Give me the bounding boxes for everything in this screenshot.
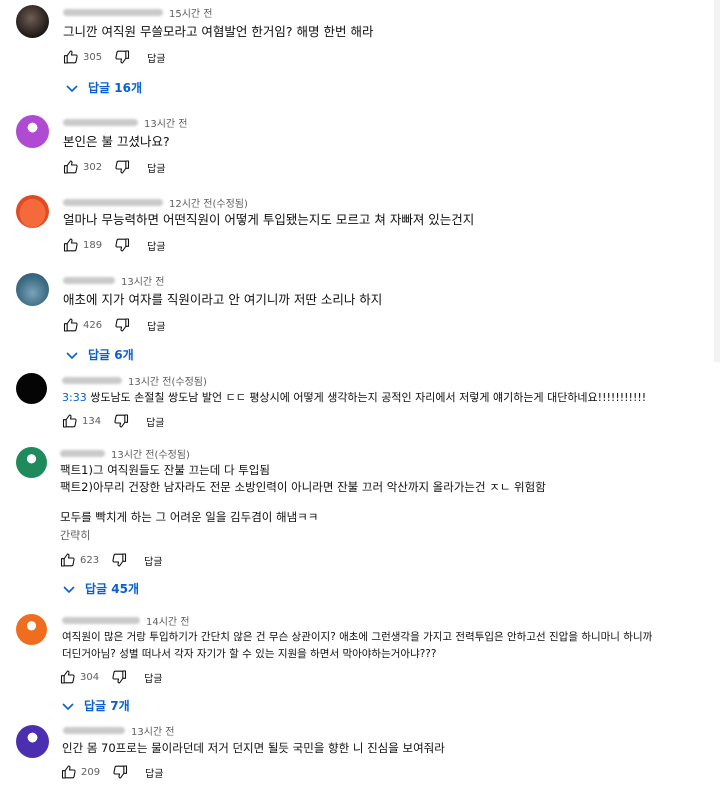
scroll-edge xyxy=(714,0,720,362)
comment-time: 14시간 전 xyxy=(146,616,190,628)
author-name-blurred[interactable] xyxy=(63,198,163,206)
comment-actions: 189 답글 xyxy=(62,237,166,253)
comment-time: 12시간 전(수정됨) xyxy=(169,198,248,210)
comment-time: 13시간 전(수정됨) xyxy=(111,449,190,461)
comment-body: 쌍도남도 손절칠 쌍도남 발언 ㄷㄷ 평상시에 어떻게 생각하는지 공적인 자리… xyxy=(86,391,647,404)
comment-author: 15시간 전 xyxy=(63,6,213,20)
thumbs-up-icon[interactable] xyxy=(59,669,76,685)
author-name-blurred[interactable] xyxy=(63,726,125,734)
avatar[interactable] xyxy=(16,373,47,404)
thumbs-up-icon[interactable] xyxy=(60,764,77,780)
replies-label: 답글 45개 xyxy=(85,582,139,596)
thumbs-down-icon[interactable] xyxy=(112,764,129,780)
reply-button[interactable]: 답글 xyxy=(144,553,162,568)
like-count: 305 xyxy=(83,51,103,63)
author-name-blurred[interactable] xyxy=(63,118,138,126)
like-count: 209 xyxy=(81,766,101,778)
thumbs-up-icon[interactable] xyxy=(62,237,79,253)
author-name-blurred[interactable] xyxy=(63,276,115,284)
reply-button[interactable]: 답글 xyxy=(147,160,165,175)
video-timestamp-link[interactable]: 3:33 xyxy=(62,391,87,404)
view-replies-button[interactable]: 답글 6개 xyxy=(66,346,134,363)
comment-actions: 305 답글 xyxy=(62,49,166,65)
comment-time: 13시간 전(수정됨) xyxy=(128,376,207,388)
comment-actions: 209 답글 xyxy=(60,764,164,780)
comment-author: 13시간 전 xyxy=(63,724,175,738)
thumbs-down-icon[interactable] xyxy=(114,49,131,65)
comment-actions: 426 답글 xyxy=(62,317,166,333)
reply-button[interactable]: 답글 xyxy=(144,670,162,685)
comment-text: 3:33 쌍도남도 손절칠 쌍도남 발언 ㄷㄷ 평상시에 어떻게 생각하는지 공… xyxy=(62,390,646,406)
avatar[interactable] xyxy=(16,614,47,645)
comment-line-2: 팩트2)아무리 건장한 남자라도 전문 소방인력이 아니라면 잔불 끄러 악산까… xyxy=(60,480,546,494)
thumbs-up-icon[interactable] xyxy=(62,159,79,175)
comment-text: 인간 몸 70프로는 물이라던데 저거 던지면 될듯 국민을 향한 니 진심을 … xyxy=(62,741,445,755)
like-count: 302 xyxy=(83,161,103,173)
comment-author: 13시간 전(수정됨) xyxy=(62,374,207,388)
thumbs-down-icon[interactable] xyxy=(111,669,128,685)
comment-text: 얼마나 무능력하면 어떤직원이 어떻게 투입됐는지도 모르고 쳐 자빠져 있는건… xyxy=(63,212,475,227)
like-count: 134 xyxy=(82,415,102,427)
chevron-down-icon xyxy=(66,84,78,92)
replies-label: 답글 6개 xyxy=(88,348,134,362)
comment-line-1: 팩트1)그 여직원들도 잔불 끄는데 다 투입됨 xyxy=(60,463,270,477)
comment-actions: 302 답글 xyxy=(62,159,166,175)
like-count: 426 xyxy=(83,319,103,331)
author-name-blurred[interactable] xyxy=(62,376,122,384)
reply-button[interactable]: 답글 xyxy=(146,414,164,429)
author-name-blurred[interactable] xyxy=(63,8,163,16)
thumbs-down-icon[interactable] xyxy=(113,413,130,429)
comment-time: 13시간 전 xyxy=(144,118,188,130)
comment-author: 12시간 전(수정됨) xyxy=(63,196,248,210)
comment-text: 그니깐 여직원 무쓸모라고 여혐발언 한거임? 해명 한번 해라 xyxy=(63,24,374,39)
chevron-down-icon xyxy=(66,351,78,359)
comment-line-4: 모두를 빡치게 하는 그 어려운 일을 김두겸이 해냄ㅋㅋ xyxy=(60,510,319,524)
reply-button[interactable]: 답글 xyxy=(145,765,163,780)
reply-button[interactable]: 답글 xyxy=(147,318,165,333)
comment-line-1: 여직원이 많은 거랑 투입하기가 간단치 않은 건 무슨 상관이지? 애초에 그… xyxy=(62,631,653,643)
avatar[interactable] xyxy=(16,5,49,38)
comment-actions: 134 답글 xyxy=(61,413,165,429)
thumbs-down-icon[interactable] xyxy=(114,317,131,333)
author-name-blurred[interactable] xyxy=(60,449,105,457)
avatar[interactable] xyxy=(16,725,49,758)
thumbs-up-icon[interactable] xyxy=(61,413,78,429)
thumbs-up-icon[interactable] xyxy=(62,317,79,333)
replies-label: 답글 16개 xyxy=(88,81,142,95)
thumbs-down-icon[interactable] xyxy=(114,159,131,175)
comment-actions: 623 답글 xyxy=(59,552,163,568)
thumbs-down-icon[interactable] xyxy=(111,552,128,568)
avatar[interactable] xyxy=(16,447,47,478)
comment-actions: 304 답글 xyxy=(59,669,163,685)
comment-author: 14시간 전 xyxy=(62,614,190,628)
like-count: 623 xyxy=(80,554,100,566)
comment-time: 13시간 전 xyxy=(121,276,165,288)
comment-time: 13시간 전 xyxy=(131,726,175,738)
avatar[interactable] xyxy=(16,195,49,228)
comment-line-2: 더딘거아님? 성별 떠나서 각자 자기가 할 수 있는 지원을 하면서 막아야하… xyxy=(62,648,437,660)
comment-text: 애초에 지가 여자를 직원이라고 안 여기니까 저딴 소리나 하지 xyxy=(63,292,383,307)
reply-button[interactable]: 답글 xyxy=(147,50,165,65)
thumbs-down-icon[interactable] xyxy=(114,237,131,253)
comment-author: 13시간 전(수정됨) xyxy=(60,447,190,461)
view-replies-button[interactable]: 답글 45개 xyxy=(63,580,139,597)
comment-author: 13시간 전 xyxy=(63,274,165,288)
comment-text: 본인은 불 끄셨나요? xyxy=(63,134,170,149)
avatar[interactable] xyxy=(16,115,49,148)
reply-button[interactable]: 답글 xyxy=(147,238,165,253)
like-count: 304 xyxy=(80,671,100,683)
chevron-down-icon xyxy=(63,585,75,593)
view-replies-button[interactable]: 답글 16개 xyxy=(66,79,142,96)
like-count: 189 xyxy=(83,239,103,251)
thumbs-up-icon[interactable] xyxy=(59,552,76,568)
show-less-link[interactable]: 간략히 xyxy=(60,528,90,544)
chevron-down-icon xyxy=(62,702,74,710)
view-replies-button[interactable]: 답글 7개 xyxy=(62,697,130,714)
comment-author: 13시간 전 xyxy=(63,116,188,130)
comment-time: 15시간 전 xyxy=(169,8,213,20)
avatar[interactable] xyxy=(16,273,49,306)
replies-label: 답글 7개 xyxy=(84,699,130,713)
author-name-blurred[interactable] xyxy=(62,616,140,624)
thumbs-up-icon[interactable] xyxy=(62,49,79,65)
